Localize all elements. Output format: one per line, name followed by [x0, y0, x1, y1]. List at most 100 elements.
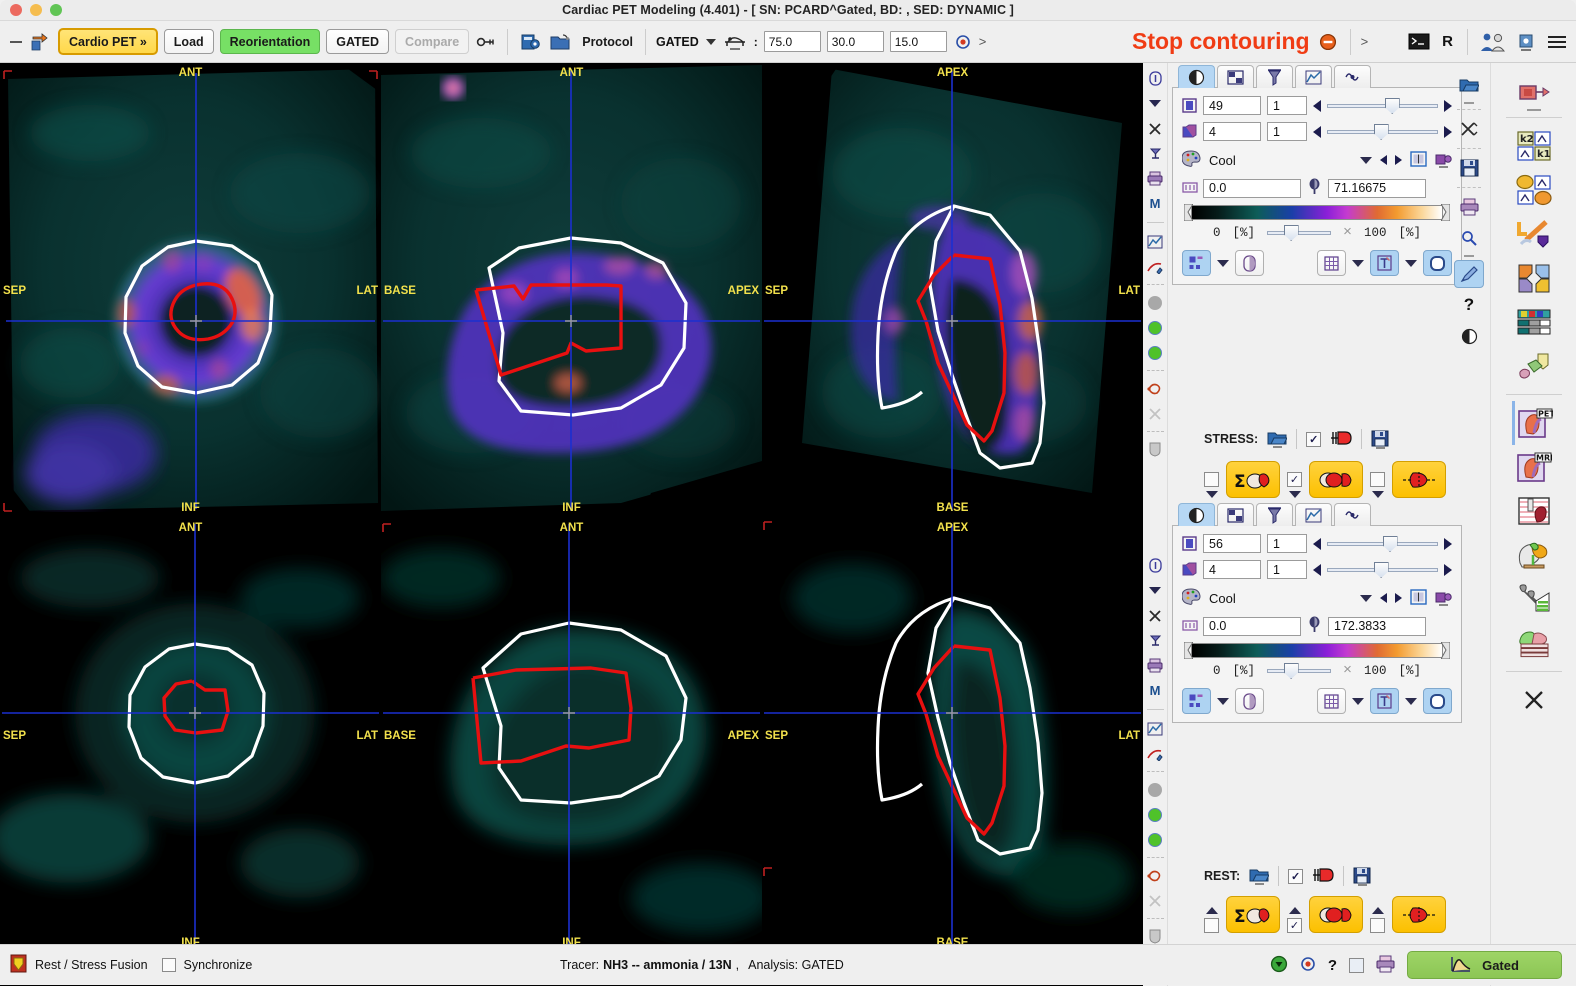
tab-contrast[interactable] [1178, 65, 1215, 88]
stress-annotate-dropdown-icon[interactable] [1405, 259, 1417, 267]
gated-button[interactable]: GATED [326, 29, 390, 54]
draw-icon[interactable] [1146, 744, 1165, 763]
tab-fusion[interactable] [1334, 65, 1371, 88]
rest-slice-step[interactable]: 1 [1267, 534, 1307, 553]
image-viewport[interactable]: ANT INF SEP LAT ANT INF BASE APEX APEX B… [0, 63, 1143, 986]
synchronize-checkbox[interactable] [161, 958, 176, 972]
palette-next-icon[interactable] [1395, 593, 1402, 603]
param-field-2[interactable]: 30.0 [826, 31, 884, 52]
collapse-handle-icon[interactable] [10, 40, 22, 43]
palette-icon[interactable] [1181, 150, 1201, 170]
info-icon[interactable] [1146, 69, 1165, 88]
contour-icon[interactable] [1146, 379, 1165, 398]
green-circle-icon[interactable] [1146, 805, 1165, 824]
database-blue-icon[interactable] [518, 32, 542, 52]
printer-icon[interactable] [1454, 193, 1484, 221]
rest-grid-dropdown-icon[interactable] [1217, 697, 1229, 705]
stress-horizontal-long-axis-image[interactable]: ANT INF BASE APEX [381, 63, 762, 518]
stress-crosshair-dropdown-icon[interactable] [1352, 259, 1364, 267]
help-question-icon[interactable]: ? [1328, 957, 1337, 974]
floppy-save-icon[interactable] [1454, 154, 1484, 182]
printer-icon[interactable] [1146, 656, 1165, 675]
green-down-circle-icon[interactable] [1270, 955, 1288, 976]
rest-sum-heart-button[interactable]: Σ [1226, 896, 1280, 933]
param-field-1[interactable]: 75.0 [763, 31, 821, 52]
green-circle-icon[interactable] [1146, 318, 1165, 337]
m-letter-icon[interactable]: M [1146, 681, 1165, 700]
rest-contrast-button[interactable] [1235, 688, 1264, 714]
perfusion-heart-icon[interactable] [1512, 489, 1556, 533]
stress-contrast-button[interactable] [1235, 250, 1264, 276]
k2-k1-matrix-icon[interactable]: k2 k1 [1512, 124, 1556, 168]
stress-min-value[interactable]: 0.0 [1203, 178, 1301, 198]
terminal-icon[interactable] [1406, 33, 1432, 50]
cardio-pet-button[interactable]: Cardio PET » [58, 28, 158, 55]
rest-horizontal-long-axis-image[interactable]: ANT INF BASE APEX [381, 518, 762, 953]
rest-contour-heart-button[interactable] [1309, 896, 1363, 933]
rest-vertical-long-axis-image[interactable]: APEX BASE SEP LAT [762, 518, 1143, 953]
tab-filter[interactable] [1256, 503, 1293, 526]
load-button[interactable]: Load [163, 29, 214, 54]
stop-contouring-label[interactable]: Stop contouring [1132, 28, 1310, 55]
reorientation-button[interactable]: Reorientation [219, 29, 321, 54]
rest-crosshair-dropdown-icon[interactable] [1352, 697, 1364, 705]
close-x-icon[interactable] [1512, 678, 1556, 722]
rest-checkbox-1[interactable]: ✓ [1288, 868, 1304, 884]
tab-curve[interactable] [1295, 65, 1332, 88]
tab-layout[interactable] [1217, 503, 1254, 526]
gray-circle-icon[interactable] [1146, 293, 1165, 312]
slice-prev-arrow-icon[interactable] [1313, 537, 1321, 550]
folder-open-icon[interactable] [1249, 867, 1270, 885]
close-x-icon[interactable] [1146, 119, 1165, 138]
stress-contour-checkbox[interactable]: ✓ [1287, 472, 1302, 487]
chevron-down-icon[interactable] [705, 38, 716, 45]
palette-prev-icon[interactable] [1380, 155, 1387, 165]
rest-polar-checkbox[interactable] [1370, 918, 1385, 933]
stress-vertical-long-axis-image[interactable]: APEX BASE SEP LAT [762, 63, 1143, 518]
stress-frame-step[interactable]: 1 [1267, 122, 1307, 141]
stress-checkbox-1[interactable]: ✓ [1306, 431, 1322, 447]
stress-polar-heart-button[interactable] [1392, 461, 1446, 498]
rest-max-value[interactable]: 172.3833 [1328, 616, 1426, 636]
stress-contour-dropdown-icon[interactable] [1288, 491, 1301, 498]
model-node-icon[interactable] [1512, 71, 1556, 115]
link-icon[interactable] [475, 35, 497, 49]
target-icon[interactable] [953, 34, 973, 50]
stop-circle-icon[interactable] [1316, 33, 1340, 51]
colorbar-left-handle[interactable] [1183, 641, 1194, 660]
scissors-icon[interactable] [1454, 115, 1484, 143]
stress-annotate-button[interactable] [1370, 250, 1399, 276]
green-circle-icon[interactable] [1146, 343, 1165, 362]
invert-palette-icon[interactable] [1410, 588, 1427, 608]
tab-fusion[interactable] [1334, 503, 1371, 526]
floppy-save-icon[interactable] [1371, 430, 1389, 449]
help-question-icon[interactable]: ? [1454, 291, 1484, 319]
zoom-icon[interactable] [1454, 224, 1484, 252]
rest-sum-up-icon[interactable] [1205, 907, 1218, 914]
rest-short-axis-image[interactable]: ANT INF SEP LAT [0, 518, 381, 953]
close-x-icon[interactable] [1146, 606, 1165, 625]
stress-frame-value[interactable]: 4 [1203, 122, 1261, 141]
draw-icon[interactable] [1146, 257, 1165, 276]
rest-contour-checkbox[interactable]: ✓ [1287, 918, 1302, 933]
tools-wrench-icon[interactable] [1512, 212, 1556, 256]
tab-contrast[interactable] [1178, 503, 1215, 526]
gated-dropdown[interactable]: GATED [656, 35, 716, 49]
palette-next-icon[interactable] [1395, 155, 1402, 165]
frame-prev-arrow-icon[interactable] [1313, 125, 1321, 138]
rest-contour-up-icon[interactable] [1288, 907, 1301, 914]
rest-colorbar[interactable] [1191, 643, 1443, 658]
tab-curve[interactable] [1295, 503, 1332, 526]
slice-prev-arrow-icon[interactable] [1313, 99, 1321, 112]
stress-grid-display-button[interactable] [1182, 250, 1211, 276]
four-arrows-icon[interactable] [1512, 256, 1556, 300]
green-circle-icon[interactable] [1146, 830, 1165, 849]
protocol-label[interactable]: Protocol [580, 29, 635, 54]
stress-grid-dropdown-icon[interactable] [1217, 259, 1229, 267]
stack-layers-icon[interactable] [1512, 621, 1556, 665]
palette-dropdown-icon[interactable] [1360, 156, 1372, 164]
floppy-save-icon[interactable] [1353, 867, 1371, 886]
color-table-icon[interactable] [1512, 300, 1556, 344]
stress-panel-tabs[interactable] [1172, 65, 1462, 88]
rest-annotate-button[interactable] [1370, 688, 1399, 714]
